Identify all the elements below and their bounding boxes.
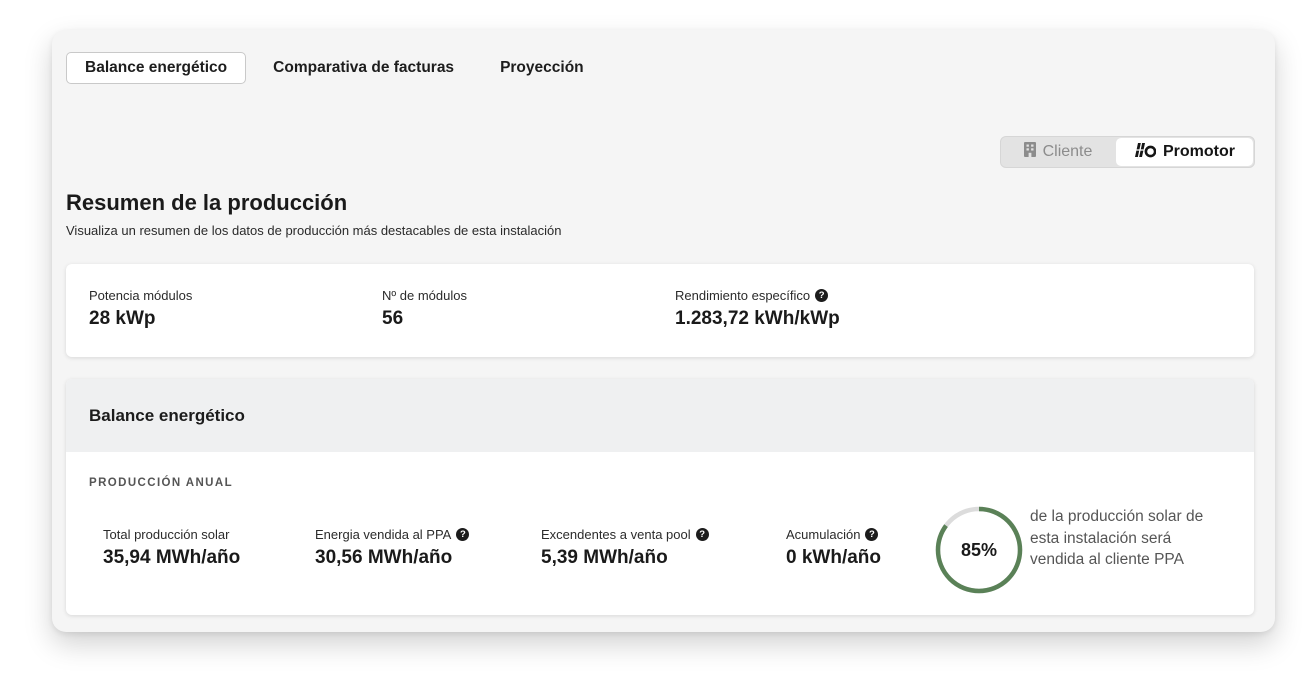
stat-label: Total producción solar xyxy=(103,527,230,542)
stat-rendimiento-especifico: Rendimiento específico ? 1.283,72 kWh/kW… xyxy=(675,288,840,330)
gauge-value: 85% xyxy=(960,539,998,560)
stat-value: 5,39 MWh/año xyxy=(541,547,668,568)
page-subtitle: Visualiza un resumen de los datos de pro… xyxy=(66,223,562,238)
stat-value: 35,94 MWh/año xyxy=(103,547,241,568)
stat-value: 56 xyxy=(382,308,404,329)
stat-label: Acumulación ? xyxy=(786,527,881,542)
help-icon[interactable]: ? xyxy=(815,289,829,302)
tab-balance-energetico[interactable]: Balance energético xyxy=(66,52,247,84)
tab-proyeccion[interactable]: Proyección xyxy=(481,52,603,84)
stat-potencia-modulos: Potencia módulos 28 kWp xyxy=(89,288,192,330)
stat-total-produccion: Total producción solar 35,94 MWh/año xyxy=(103,527,240,569)
stat-label: Excendentes a venta pool ? xyxy=(541,527,709,542)
stat-energia-vendida-ppa: Energia vendida al PPA ? 30,56 MWh/año xyxy=(315,527,470,569)
summary-card: Potencia módulos 28 kWp Nº de módulos 56… xyxy=(66,264,1254,357)
help-icon[interactable]: ? xyxy=(456,528,470,541)
stat-value: 30,56 MWh/año xyxy=(315,547,453,568)
balance-card-title: Balance energético xyxy=(66,379,1254,452)
stat-value: 28 kWp xyxy=(89,308,156,329)
help-icon[interactable]: ? xyxy=(865,528,879,541)
solar-panel-icon xyxy=(1134,142,1157,163)
page-title: Resumen de la producción xyxy=(66,190,348,215)
stat-label: Nº de módulos xyxy=(382,288,467,303)
ppa-percentage-gauge: 85% xyxy=(934,505,1024,595)
produccion-anual-label: PRODUCCIÓN ANUAL xyxy=(89,477,233,489)
toggle-promotor[interactable]: Promotor xyxy=(1116,138,1253,166)
stat-acumulacion: Acumulación ? 0 kWh/año xyxy=(786,527,881,569)
building-icon xyxy=(1023,142,1036,162)
role-toggle: Cliente Promotor xyxy=(1000,136,1255,168)
help-icon[interactable]: ? xyxy=(695,528,709,541)
gauge-description: de la producción solar de esta instalaci… xyxy=(1030,508,1204,568)
stat-value: 1.283,72 kWh/kWp xyxy=(675,308,840,329)
balance-card: Balance energético PRODUCCIÓN ANUAL Tota… xyxy=(66,379,1254,615)
toggle-promotor-label: Promotor xyxy=(1163,143,1235,160)
stat-label: Energia vendida al PPA ? xyxy=(315,527,470,542)
tab-bar: Balance energético Comparativa de factur… xyxy=(66,52,603,84)
toggle-cliente[interactable]: Cliente xyxy=(1001,137,1115,167)
stat-value: 0 kWh/año xyxy=(786,547,882,568)
tab-comparativa-facturas[interactable]: Comparativa de facturas xyxy=(254,52,473,84)
stat-num-modulos: Nº de módulos 56 xyxy=(382,288,467,330)
stat-label: Potencia módulos xyxy=(89,288,193,303)
stat-excedentes-pool: Excendentes a venta pool ? 5,39 MWh/año xyxy=(541,527,709,569)
stat-label: Rendimiento específico ? xyxy=(675,288,840,303)
app-window: Balance energético Comparativa de factur… xyxy=(52,30,1275,632)
toggle-cliente-label: Cliente xyxy=(1042,143,1093,160)
